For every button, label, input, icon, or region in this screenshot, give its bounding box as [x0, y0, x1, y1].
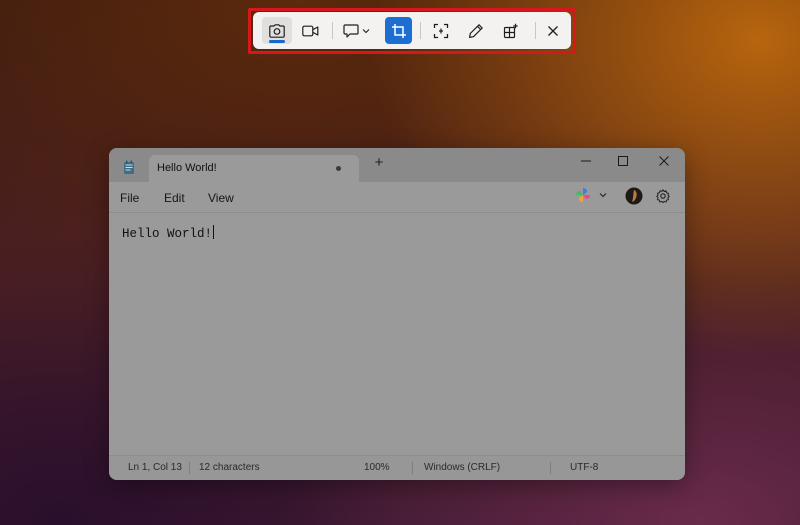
notepad-window: Hello World! + File Edit View Hello Worl — [109, 148, 685, 480]
copilot-icon — [576, 188, 590, 202]
shape-select-button[interactable] — [339, 17, 373, 44]
status-bar: Ln 1, Col 13 12 characters 100% Windows … — [109, 455, 685, 480]
maximize-icon — [618, 156, 628, 166]
toolbar-separator — [332, 22, 333, 39]
status-line-ending[interactable]: Windows (CRLF) — [424, 462, 500, 473]
camera-icon — [269, 23, 285, 38]
notepad-icon — [123, 160, 135, 180]
title-bar: Hello World! + — [109, 148, 685, 182]
menu-bar: File Edit View — [109, 182, 685, 212]
status-separator — [550, 462, 551, 474]
profile-avatar[interactable] — [625, 187, 643, 205]
status-zoom[interactable]: 100% — [364, 462, 390, 473]
menu-view[interactable]: View — [208, 191, 234, 205]
settings-button[interactable] — [656, 189, 670, 203]
editor-content: Hello World! — [122, 227, 213, 241]
gear-icon — [656, 189, 670, 203]
status-cursor-position: Ln 1, Col 13 — [128, 462, 182, 473]
text-editor[interactable]: Hello World! — [122, 225, 215, 241]
minimize-icon — [581, 160, 591, 162]
menu-divider — [109, 212, 685, 213]
close-toolbar-button[interactable] — [540, 17, 566, 44]
crop-icon — [391, 23, 407, 39]
status-character-count: 12 characters — [199, 462, 260, 473]
close-icon — [547, 25, 559, 37]
close-icon — [659, 156, 669, 166]
minimize-button[interactable] — [575, 152, 597, 170]
snipping-toolbar — [253, 12, 571, 49]
record-mode-button[interactable] — [295, 17, 325, 44]
selected-indicator — [269, 40, 285, 43]
copilot-button[interactable] — [575, 187, 607, 203]
crop-button[interactable] — [385, 17, 412, 44]
maximize-button[interactable] — [612, 152, 634, 170]
video-icon — [301, 25, 319, 37]
close-window-button[interactable] — [653, 152, 675, 170]
status-separator — [189, 462, 190, 474]
chevron-down-icon — [599, 193, 607, 198]
chevron-down-icon — [362, 28, 370, 34]
pen-edit-button[interactable] — [461, 17, 491, 44]
tab-hello-world[interactable]: Hello World! — [149, 155, 359, 182]
new-tab-button[interactable]: + — [371, 155, 387, 171]
toolbar-separator — [420, 22, 421, 39]
status-encoding[interactable]: UTF-8 — [570, 462, 598, 473]
more-tools-button[interactable] — [496, 17, 526, 44]
pen-icon — [468, 23, 484, 39]
unsaved-dot-icon[interactable] — [336, 166, 341, 171]
toolbar-separator — [535, 22, 536, 39]
text-caret — [213, 225, 215, 239]
menu-edit[interactable]: Edit — [164, 191, 185, 205]
menu-file[interactable]: File — [120, 191, 139, 205]
add-grid-icon — [503, 23, 519, 39]
rectangle-shape-icon — [342, 23, 359, 38]
text-actions-button[interactable] — [426, 17, 456, 44]
status-separator — [412, 462, 413, 474]
text-actions-icon — [433, 23, 449, 39]
snip-mode-button[interactable] — [262, 17, 292, 44]
tab-title: Hello World! — [157, 162, 217, 174]
